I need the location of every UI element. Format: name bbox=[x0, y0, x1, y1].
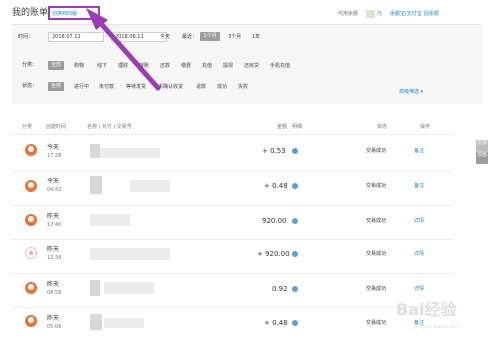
annotation-arrow-icon bbox=[86, 8, 161, 91]
watermark-logo: Bai经验 bbox=[396, 300, 457, 319]
watermark-url: jingyan.baidu.com bbox=[414, 324, 461, 330]
